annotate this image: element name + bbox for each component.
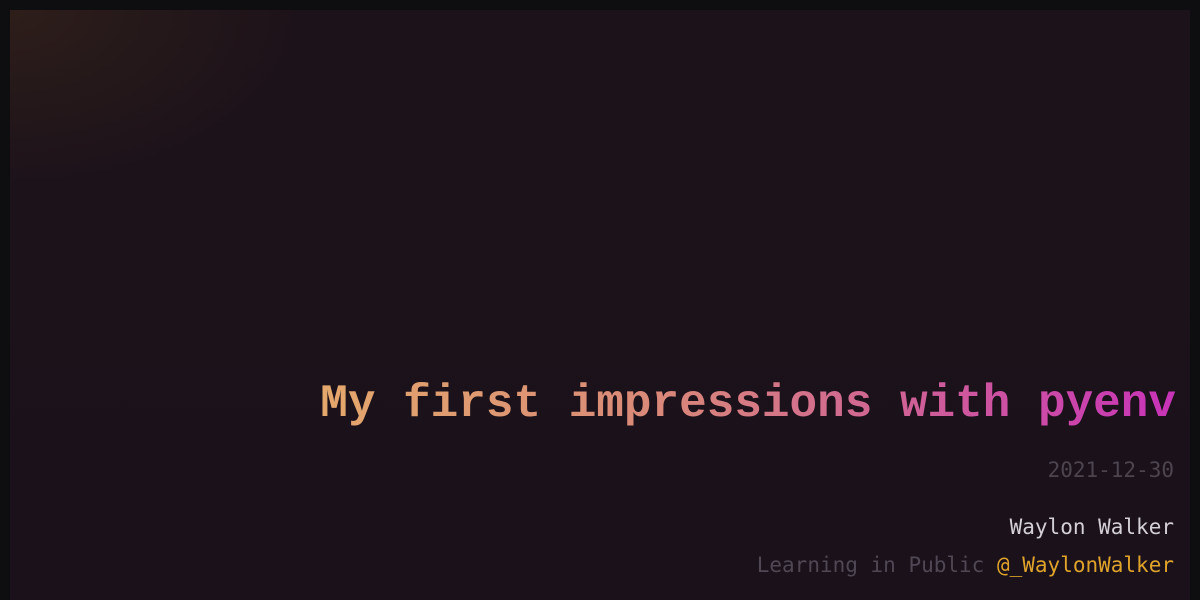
tagline: Learning in Public: [756, 553, 985, 577]
page-frame: My first impressions with pyenv 2021-12-…: [0, 0, 1200, 600]
social-card: My first impressions with pyenv 2021-12-…: [10, 10, 1190, 600]
footer-line: Learning in Public @_WaylonWalker: [757, 551, 1174, 579]
author-name: Waylon Walker: [1009, 515, 1174, 539]
twitter-handle: @_WaylonWalker: [996, 553, 1174, 577]
post-date: 2021-12-30: [1047, 458, 1174, 482]
post-title: My first impressions with pyenv: [320, 378, 1176, 430]
